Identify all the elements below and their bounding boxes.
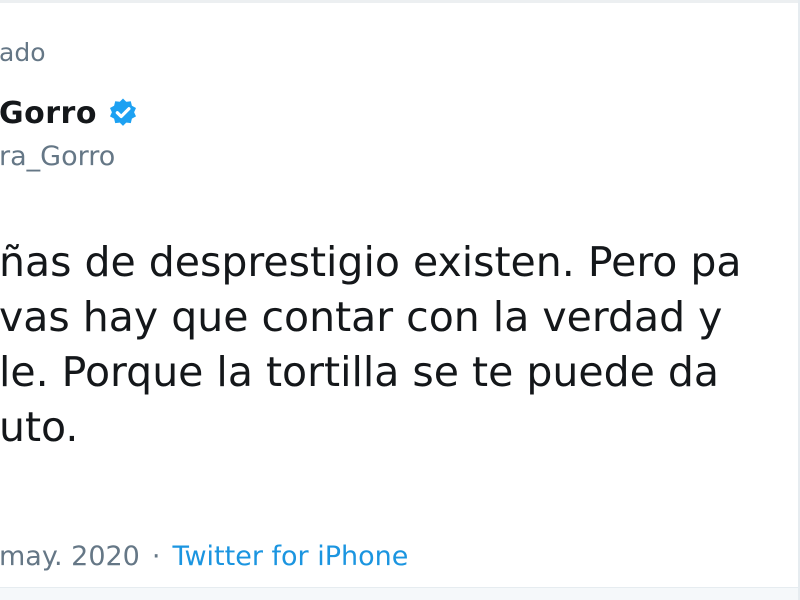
tweet-date[interactable]: may. 2020 xyxy=(0,541,140,572)
tweet-metadata: may. 2020 · Twitter for iPhone xyxy=(0,538,408,576)
author-display-name[interactable]: Gorro xyxy=(0,96,97,131)
verified-badge-icon xyxy=(107,97,139,129)
metadata-separator: · xyxy=(151,541,161,572)
tweet-body: ñas de desprestigio existen. Pero pa vas… xyxy=(0,235,799,455)
tweet-line-3: le. Porque la tortilla se te puede da xyxy=(0,348,720,396)
tweet-source-link[interactable]: Twitter for iPhone xyxy=(172,541,408,572)
tweet-line-4: uto. xyxy=(0,403,79,451)
tweet-line-2: vas hay que contar con la verdad y xyxy=(0,293,723,341)
tweet-card: ado Gorro ra_Gorro ñas de desprestigio e… xyxy=(0,0,799,600)
author-handle[interactable]: ra_Gorro xyxy=(0,138,115,176)
tweet-line-1: ñas de desprestigio existen. Pero pa xyxy=(0,238,742,286)
tweet-bottom-divider xyxy=(0,587,799,600)
pinned-label: ado xyxy=(0,38,46,67)
author-row[interactable]: Gorro xyxy=(0,91,139,135)
